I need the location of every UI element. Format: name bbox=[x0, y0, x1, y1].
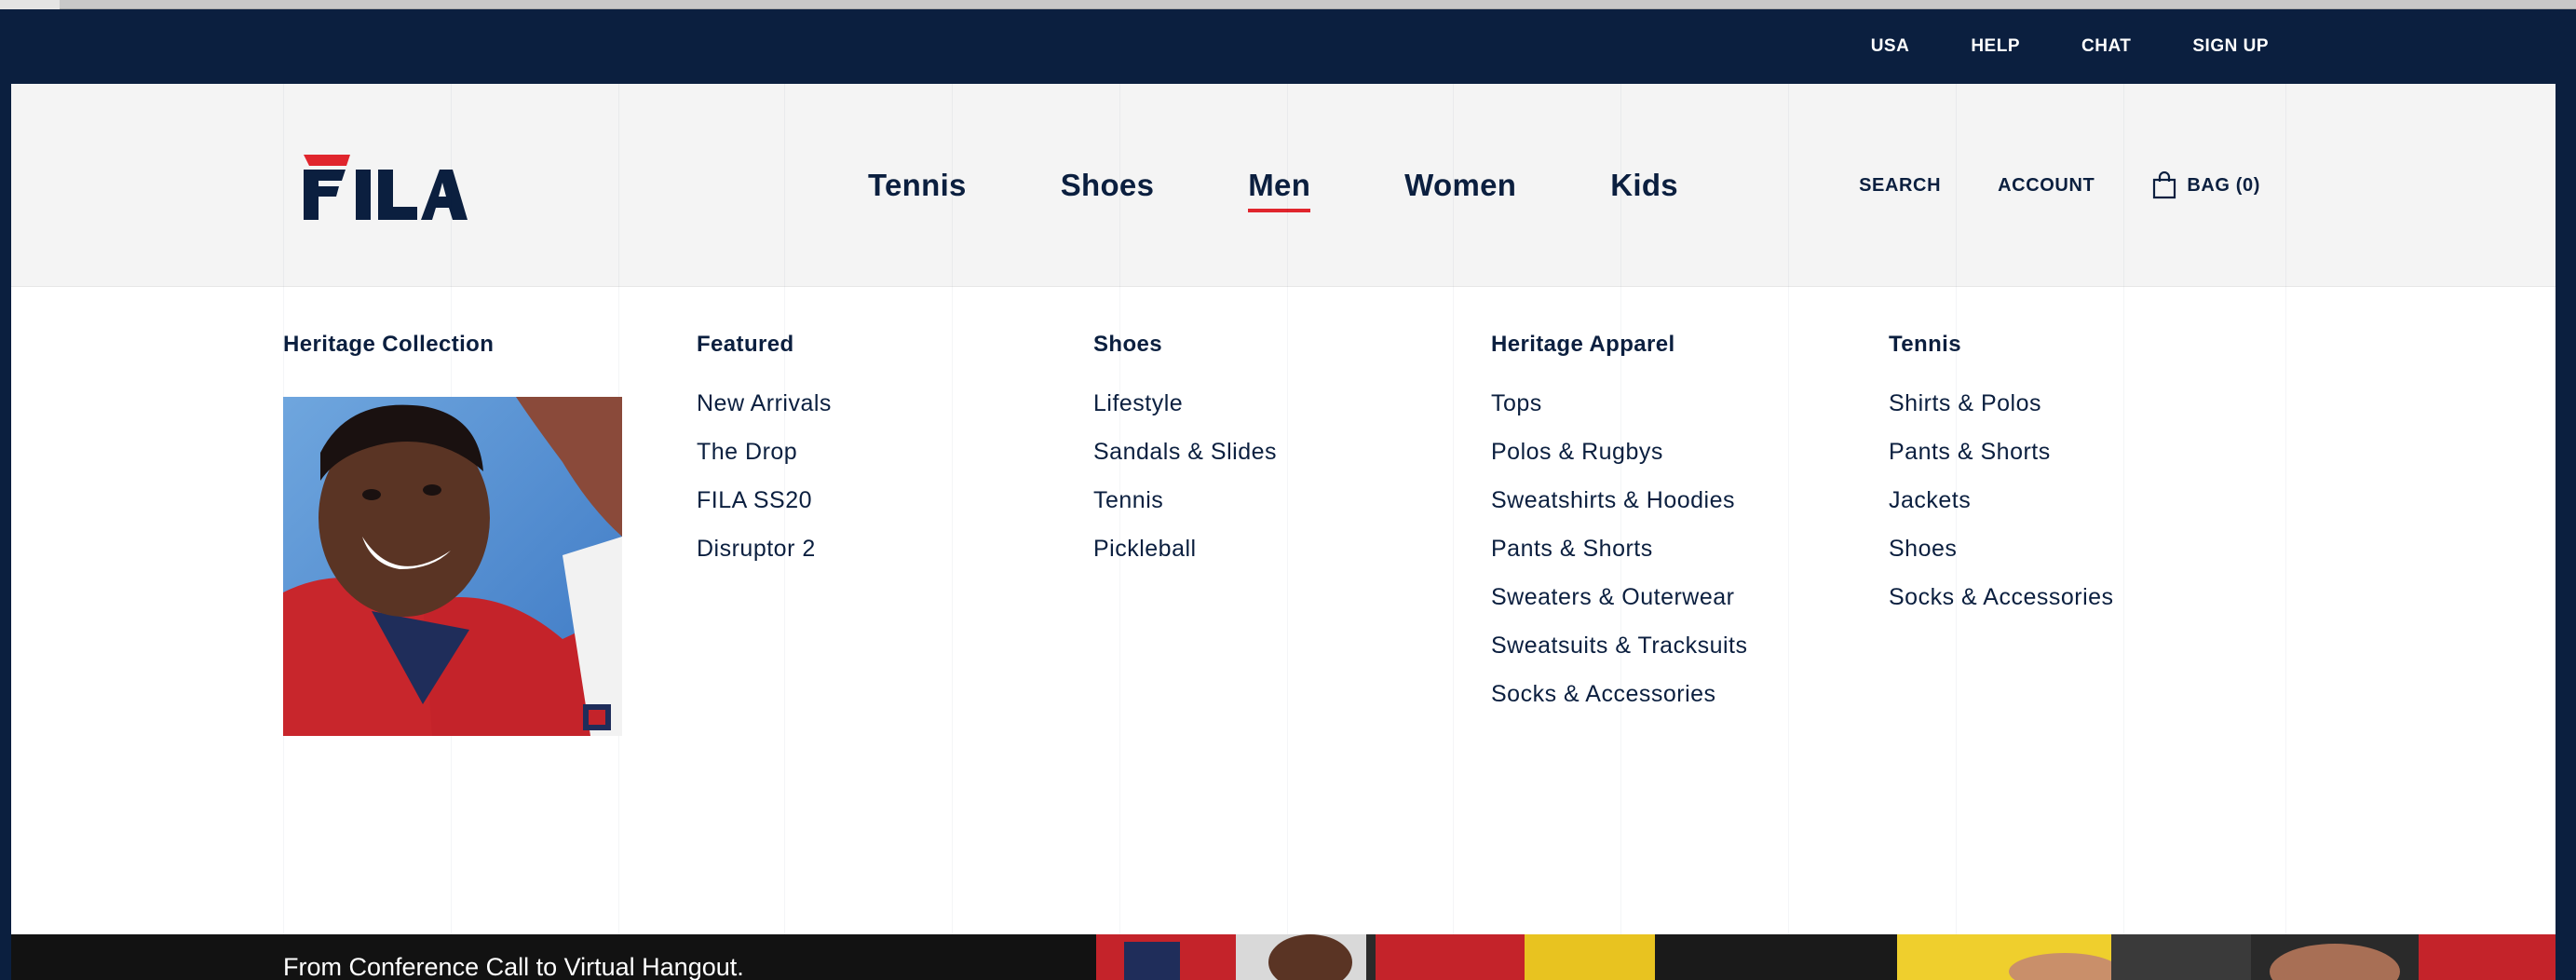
utility-link-chat[interactable]: CHAT bbox=[2081, 36, 2131, 57]
hero-banner: From Conference Call to Virtual Hangout. bbox=[11, 934, 2556, 980]
page-edge-left bbox=[0, 84, 11, 980]
featured-link[interactable]: FILA SS20 bbox=[697, 488, 832, 537]
utility-link-help[interactable]: HELP bbox=[1971, 36, 2020, 57]
shoes-links: Lifestyle Sandals & Slides Tennis Pickle… bbox=[1093, 391, 1277, 585]
shopping-bag-icon bbox=[2153, 171, 2176, 199]
bag-label: BAG (0) bbox=[2187, 174, 2260, 196]
shoes-heading[interactable]: Shoes bbox=[1093, 332, 1162, 358]
tennis-link[interactable]: Jackets bbox=[1889, 488, 2114, 537]
header-actions: SEARCH ACCOUNT BAG (0) bbox=[1859, 84, 2260, 287]
shoes-link[interactable]: Sandals & Slides bbox=[1093, 440, 1277, 488]
tennis-link[interactable]: Shoes bbox=[1889, 537, 2114, 585]
utility-link-sign-up[interactable]: SIGN UP bbox=[2192, 36, 2269, 57]
page-edge-right bbox=[2556, 84, 2576, 980]
tennis-links: Shirts & Polos Pants & Shorts Jackets Sh… bbox=[1889, 391, 2114, 633]
hero-headline: From Conference Call to Virtual Hangout. bbox=[283, 953, 744, 980]
nav-women[interactable]: Women bbox=[1404, 168, 1516, 203]
heritage-apparel-link[interactable]: Socks & Accessories bbox=[1491, 682, 1747, 730]
main-nav: Tennis Shoes Men Women Kids bbox=[868, 84, 1772, 287]
nav-shoes[interactable]: Shoes bbox=[1061, 168, 1155, 203]
heritage-apparel-link[interactable]: Sweatsuits & Tracksuits bbox=[1491, 633, 1747, 682]
nav-kids[interactable]: Kids bbox=[1610, 168, 1678, 203]
heritage-collection-image[interactable] bbox=[283, 397, 622, 736]
account-link[interactable]: ACCOUNT bbox=[1998, 175, 2095, 197]
site-header: Tennis Shoes Men Women Kids SEARCH ACCOU… bbox=[11, 84, 2556, 287]
tennis-link[interactable]: Shirts & Polos bbox=[1889, 391, 2114, 440]
utility-link-country[interactable]: USA bbox=[1871, 36, 1910, 57]
heritage-apparel-link[interactable]: Sweatshirts & Hoodies bbox=[1491, 488, 1747, 537]
featured-heading[interactable]: Featured bbox=[697, 332, 794, 358]
featured-link[interactable]: New Arrivals bbox=[697, 391, 832, 440]
utility-links: USA HELP CHAT SIGN UP bbox=[1871, 9, 2269, 84]
featured-links: New Arrivals The Drop FILA SS20 Disrupto… bbox=[697, 391, 832, 585]
featured-link[interactable]: Disruptor 2 bbox=[697, 537, 832, 585]
heritage-apparel-link[interactable]: Polos & Rugbys bbox=[1491, 440, 1747, 488]
shoes-link[interactable]: Pickleball bbox=[1093, 537, 1277, 585]
tennis-link[interactable]: Pants & Shorts bbox=[1889, 440, 2114, 488]
mega-menu-dropdown: Heritage Collection Featured New Arrival… bbox=[11, 287, 2556, 934]
heritage-apparel-links: Tops Polos & Rugbys Sweatshirts & Hoodie… bbox=[1491, 391, 1747, 730]
utility-bar: USA HELP CHAT SIGN UP bbox=[0, 9, 2576, 84]
heritage-collection-heading[interactable]: Heritage Collection bbox=[283, 332, 494, 358]
heritage-apparel-link[interactable]: Pants & Shorts bbox=[1491, 537, 1747, 585]
bag-link[interactable]: BAG (0) bbox=[2151, 171, 2260, 199]
featured-link[interactable]: The Drop bbox=[697, 440, 832, 488]
nav-tennis[interactable]: Tennis bbox=[868, 168, 967, 203]
shoes-link[interactable]: Lifestyle bbox=[1093, 391, 1277, 440]
shoes-link[interactable]: Tennis bbox=[1093, 488, 1277, 537]
nav-men[interactable]: Men bbox=[1248, 168, 1311, 212]
heritage-apparel-link[interactable]: Tops bbox=[1491, 391, 1747, 440]
mega-menu-panel: Tennis Shoes Men Women Kids SEARCH ACCOU… bbox=[11, 84, 2556, 934]
fila-logo[interactable] bbox=[300, 155, 468, 220]
heritage-apparel-heading[interactable]: Heritage Apparel bbox=[1491, 332, 1675, 358]
tennis-heading[interactable]: Tennis bbox=[1889, 332, 1961, 358]
browser-tab-edge bbox=[0, 0, 60, 9]
hero-image[interactable] bbox=[1096, 934, 2556, 980]
heritage-apparel-link[interactable]: Sweaters & Outerwear bbox=[1491, 585, 1747, 633]
tennis-link[interactable]: Socks & Accessories bbox=[1889, 585, 2114, 633]
search-link[interactable]: SEARCH bbox=[1859, 175, 1941, 197]
browser-top-strip bbox=[0, 0, 2576, 9]
